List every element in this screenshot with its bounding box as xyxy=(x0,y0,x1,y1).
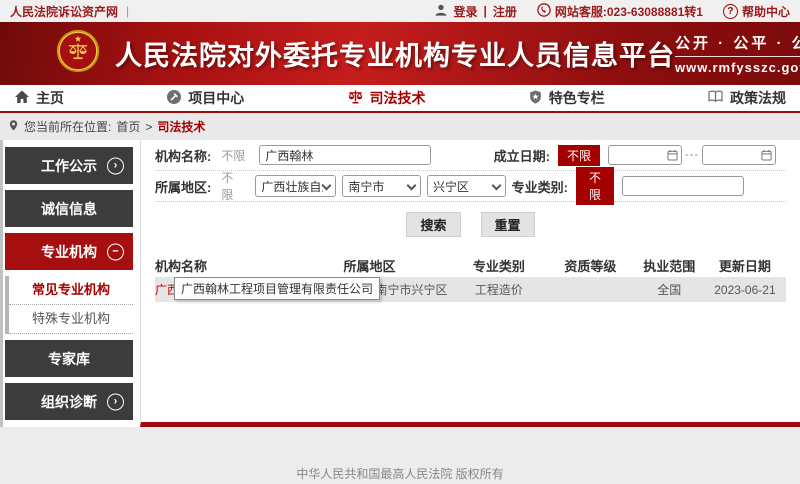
main-nav: 主页 项目中心 司法技术 xyxy=(0,85,800,113)
nav-item-policies[interactable]: 政策法规 xyxy=(707,88,786,108)
calendar-icon xyxy=(761,149,772,161)
site-title: 人民法院对外委托专业机构专业人员信息平台 xyxy=(115,34,675,73)
footer: 中华人民共和国最高人民法院 版权所有 xyxy=(0,427,800,484)
nav-item-featured-column[interactable]: 特色专栏 xyxy=(528,88,605,108)
topbar-divider: | xyxy=(126,4,129,18)
expand-circle-icon: › xyxy=(107,157,124,174)
date-from-input[interactable] xyxy=(608,145,682,165)
cell-scope: 全国 xyxy=(635,281,704,298)
breadcrumb: 您当前所在位置: 首页 > 司法技术 xyxy=(0,113,800,140)
sister-site-link[interactable]: 人民法院诉讼资产网 xyxy=(10,3,118,20)
cell-category: 工程造价 xyxy=(452,281,547,298)
professional-institutions-submenu: 常见专业机构 特殊专业机构 xyxy=(5,276,133,334)
region-unlimited-text: 不限 xyxy=(221,169,241,203)
site-url: www.rmfysszc.gov.cn xyxy=(675,60,800,75)
breadcrumb-separator: > xyxy=(145,120,152,134)
login-register-divider: | xyxy=(484,4,487,18)
breadcrumb-home[interactable]: 首页 xyxy=(116,118,140,135)
login-link[interactable]: 登录 xyxy=(454,3,478,20)
col-header-category: 专业类别 xyxy=(452,256,547,275)
nav-item-home[interactable]: 主页 xyxy=(14,88,64,108)
name-unlimited-text: 不限 xyxy=(221,147,245,164)
city-select[interactable]: 南宁市 xyxy=(342,175,421,197)
table-header-row: 机构名称 所属地区 专业类别 资质等级 执业范围 更新日期 xyxy=(155,253,786,277)
sidebar-item-professional-institutions[interactable]: 专业机构 − xyxy=(5,233,133,270)
sidebar-item-expert-library[interactable]: 专家库 xyxy=(5,340,133,377)
institution-name-label: 机构名称: xyxy=(155,146,211,165)
sidebar-item-work-publicity[interactable]: 工作公示 › xyxy=(5,147,133,184)
sidebar-menu: 工作公示 › 诚信信息 专业机构 − 常见专业机构 特殊专业机构 专家库 组织诊… xyxy=(5,147,133,426)
date-range-dash: --- xyxy=(685,149,699,161)
nav-item-project-center[interactable]: 项目中心 xyxy=(166,88,244,108)
copyright-text: 中华人民共和国最高人民法院 版权所有 xyxy=(296,467,503,481)
project-center-icon xyxy=(166,89,182,108)
phone-icon xyxy=(537,3,551,20)
category-label: 专业类别: xyxy=(512,177,568,196)
cell-updated: 2023-06-21 xyxy=(704,283,786,297)
register-link[interactable]: 注册 xyxy=(493,3,517,20)
region-label: 所属地区: xyxy=(155,177,211,196)
district-select[interactable]: 兴宁区 xyxy=(427,175,506,197)
badge-icon xyxy=(528,89,543,108)
collapse-circle-icon: − xyxy=(107,243,124,260)
breadcrumb-current: 司法技术 xyxy=(157,118,205,135)
page: 人民法院诉讼资产网 | 登录 | 注册 网站客服:023-63088881转1 … xyxy=(0,0,800,484)
book-icon xyxy=(707,89,724,107)
search-button[interactable]: 搜索 xyxy=(406,212,460,237)
sidebar-subitem-common-institutions[interactable]: 常见专业机构 xyxy=(9,276,133,305)
form-buttons: 搜索 重置 xyxy=(141,212,800,237)
site-slogan: 公开 · 公平 · 公正 xyxy=(675,32,800,57)
sidebar-item-integrity-info[interactable]: 诚信信息 xyxy=(5,190,133,227)
reset-button[interactable]: 重置 xyxy=(481,212,535,237)
expand-circle-icon: › xyxy=(107,393,124,410)
site-banner: 人民法院对外委托专业机构专业人员信息平台 公开 · 公平 · 公正 www.rm… xyxy=(0,22,800,85)
founding-date-label: 成立日期: xyxy=(494,146,550,165)
location-pin-icon xyxy=(8,119,19,135)
chevron-down-icon xyxy=(491,180,501,190)
user-icon xyxy=(434,3,448,20)
scales-icon xyxy=(347,89,364,108)
col-header-grade: 资质等级 xyxy=(546,256,634,275)
date-to-input[interactable] xyxy=(702,145,776,165)
court-emblem-icon xyxy=(55,28,101,79)
breadcrumb-prefix: 您当前所在位置: xyxy=(24,118,111,135)
chevron-down-icon xyxy=(407,180,417,190)
help-center-link[interactable]: 帮助中心 xyxy=(742,3,790,20)
main-panel: 机构名称: 不限 成立日期: 不限 --- 所属地区: 不限 广西壮族自治 南宁… xyxy=(140,140,800,427)
category-unlimited-button[interactable]: 不限 xyxy=(576,167,614,205)
sidebar-subitem-special-institutions[interactable]: 特殊专业机构 xyxy=(9,305,133,334)
date-unlimited-button[interactable]: 不限 xyxy=(558,145,600,166)
link-tooltip: 广西翰林工程项目管理有限责任公司 xyxy=(174,277,380,300)
calendar-icon xyxy=(667,149,678,161)
col-header-updated: 更新日期 xyxy=(704,256,786,275)
form-row-1: 机构名称: 不限 成立日期: 不限 --- xyxy=(155,140,786,171)
nav-item-judicial-tech[interactable]: 司法技术 xyxy=(347,88,426,108)
sidebar-item-org-diagnosis[interactable]: 组织诊断 › xyxy=(5,383,133,420)
chevron-down-icon xyxy=(322,180,332,190)
province-select[interactable]: 广西壮族自治 xyxy=(255,175,336,197)
institution-name-input[interactable] xyxy=(259,145,431,165)
category-input[interactable] xyxy=(622,176,744,196)
col-header-name: 机构名称 xyxy=(155,256,288,275)
top-utility-bar: 人民法院诉讼资产网 | 登录 | 注册 网站客服:023-63088881转1 … xyxy=(0,0,800,22)
service-hotline: 网站客服:023-63088881转1 xyxy=(555,3,703,20)
col-header-region: 所属地区 xyxy=(288,256,452,275)
home-icon xyxy=(14,89,30,107)
help-icon: ? xyxy=(723,4,738,19)
form-row-2: 所属地区: 不限 广西壮族自治 南宁市 兴宁区 专业类别: 不限 xyxy=(155,171,786,202)
col-header-scope: 执业范围 xyxy=(635,256,704,275)
